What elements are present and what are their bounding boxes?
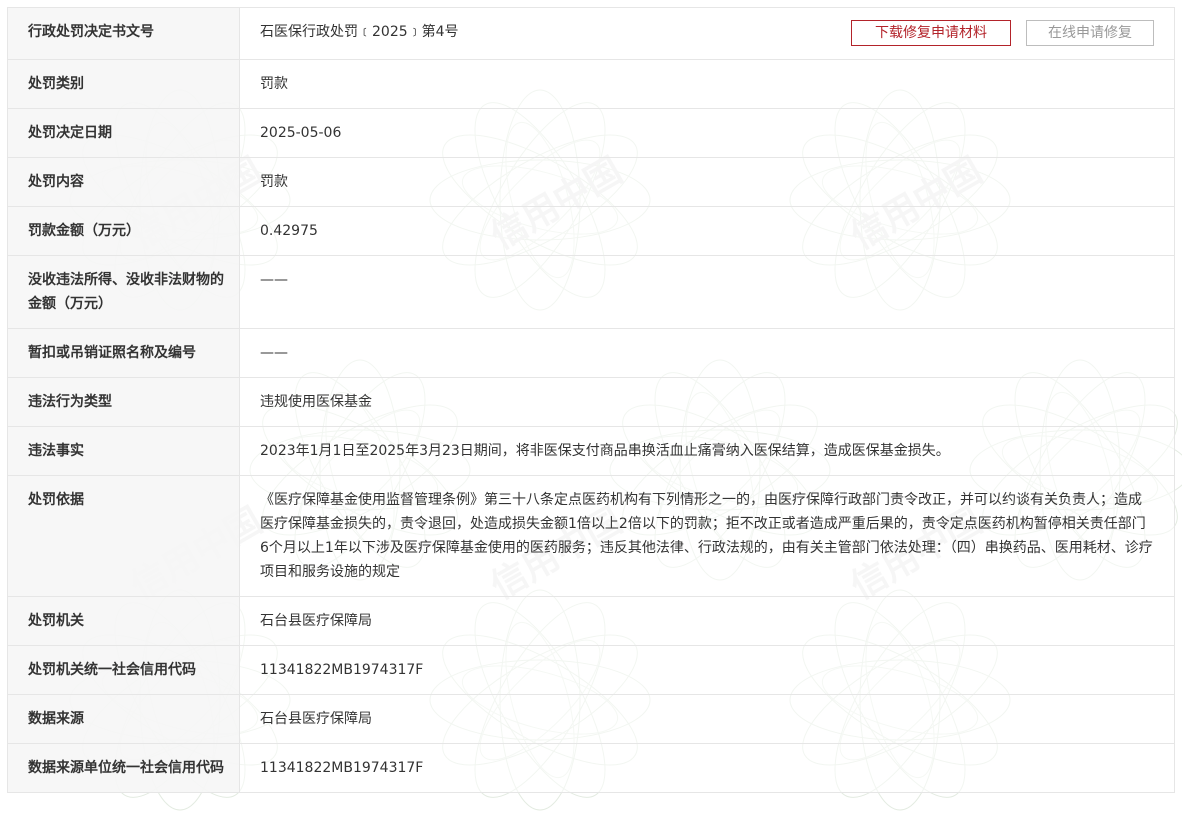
table-row: 处罚决定日期 2025-05-06 xyxy=(7,108,1175,158)
online-repair-application-button[interactable]: 在线申请修复 xyxy=(1026,20,1154,46)
field-value: 11341822MB1974317F xyxy=(239,645,1175,695)
field-value: 11341822MB1974317F xyxy=(239,743,1175,793)
field-label: 数据来源 xyxy=(7,694,240,744)
table-row: 违法事实 2023年1月1日至2025年3月23日期间，将非医保支付商品串换活血… xyxy=(7,426,1175,476)
field-label: 行政处罚决定书文号 xyxy=(7,7,240,60)
field-value: 罚款 xyxy=(239,157,1175,207)
table-row: 数据来源 石台县医疗保障局 xyxy=(7,694,1175,744)
table-row: 行政处罚决定书文号 石医保行政处罚﹝2025﹞第4号 下载修复申请材料 在线申请… xyxy=(7,7,1175,60)
field-label: 处罚类别 xyxy=(7,59,240,109)
table-row: 没收违法所得、没收非法财物的金额（万元） —— xyxy=(7,255,1175,329)
field-value: 2025-05-06 xyxy=(239,108,1175,158)
field-value: 2023年1月1日至2025年3月23日期间，将非医保支付商品串换活血止痛膏纳入… xyxy=(239,426,1175,476)
download-repair-materials-button[interactable]: 下载修复申请材料 xyxy=(851,20,1011,46)
table-row: 处罚机关统一社会信用代码 11341822MB1974317F xyxy=(7,645,1175,695)
table-row: 暂扣或吊销证照名称及编号 —— xyxy=(7,328,1175,378)
table-row: 数据来源单位统一社会信用代码 11341822MB1974317F xyxy=(7,743,1175,793)
table-row: 处罚依据 《医疗保障基金使用监督管理条例》第三十八条定点医药机构有下列情形之一的… xyxy=(7,475,1175,597)
field-value: 违规使用医保基金 xyxy=(239,377,1175,427)
field-label: 数据来源单位统一社会信用代码 xyxy=(7,743,240,793)
table-row: 处罚类别 罚款 xyxy=(7,59,1175,109)
table-row: 处罚内容 罚款 xyxy=(7,157,1175,207)
field-value: 石医保行政处罚﹝2025﹞第4号 xyxy=(260,24,459,40)
field-value: 罚款 xyxy=(239,59,1175,109)
table-row: 违法行为类型 违规使用医保基金 xyxy=(7,377,1175,427)
action-buttons: 下载修复申请材料 在线申请修复 xyxy=(851,20,1154,46)
page: 信用中国 信用中国 信用中国 信用中国 信用中国 信用中国 行政处罚决定书文号 … xyxy=(0,0,1182,823)
field-label: 处罚机关统一社会信用代码 xyxy=(7,645,240,695)
field-label: 违法行为类型 xyxy=(7,377,240,427)
field-value-cell: 石医保行政处罚﹝2025﹞第4号 下载修复申请材料 在线申请修复 xyxy=(239,7,1175,60)
field-label: 暂扣或吊销证照名称及编号 xyxy=(7,328,240,378)
table-row: 处罚机关 石台县医疗保障局 xyxy=(7,596,1175,646)
field-label: 处罚机关 xyxy=(7,596,240,646)
field-value: 石台县医疗保障局 xyxy=(239,694,1175,744)
field-label: 违法事实 xyxy=(7,426,240,476)
field-value: —— xyxy=(239,255,1175,329)
field-label: 处罚依据 xyxy=(7,475,240,597)
table-row: 罚款金额（万元） 0.42975 xyxy=(7,206,1175,256)
field-value: 石台县医疗保障局 xyxy=(239,596,1175,646)
field-label: 处罚内容 xyxy=(7,157,240,207)
field-value: 0.42975 xyxy=(239,206,1175,256)
field-value: —— xyxy=(239,328,1175,378)
field-label: 没收违法所得、没收非法财物的金额（万元） xyxy=(7,255,240,329)
field-value: 《医疗保障基金使用监督管理条例》第三十八条定点医药机构有下列情形之一的，由医疗保… xyxy=(239,475,1175,597)
penalty-detail-table: 行政处罚决定书文号 石医保行政处罚﹝2025﹞第4号 下载修复申请材料 在线申请… xyxy=(7,7,1175,793)
field-label: 处罚决定日期 xyxy=(7,108,240,158)
field-label: 罚款金额（万元） xyxy=(7,206,240,256)
